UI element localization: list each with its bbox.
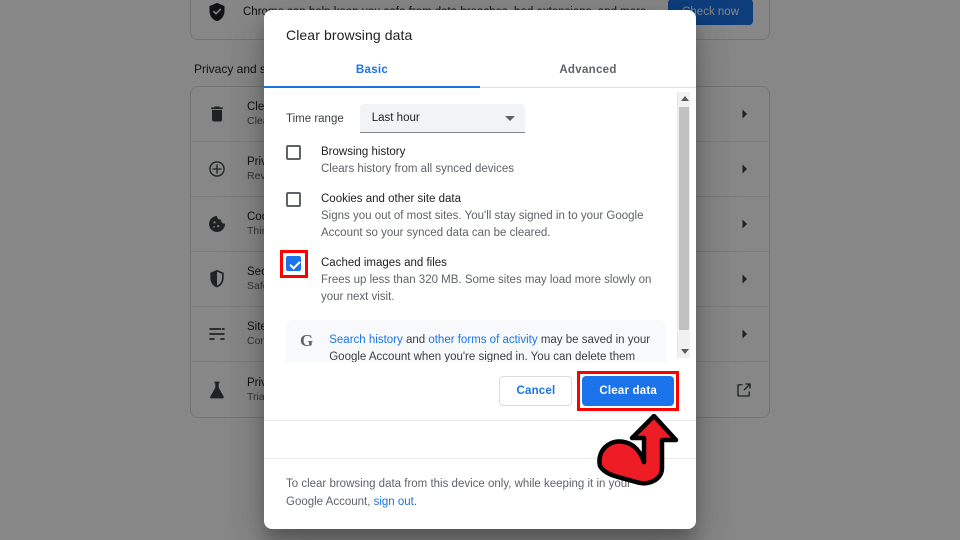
checkbox-wrap	[286, 192, 303, 207]
option-cached-images[interactable]: Cached images and files Frees up less th…	[280, 250, 666, 306]
scroll-down-arrow-icon[interactable]	[678, 345, 691, 358]
dialog-footnote: To clear browsing data from this device …	[264, 458, 696, 529]
time-range-row: Time range Last hour	[286, 104, 666, 133]
option-text: Cached images and files Frees up less th…	[321, 256, 666, 306]
option-browsing-history[interactable]: Browsing history Clears history from all…	[286, 145, 666, 178]
option-text: Browsing history Clears history from all…	[321, 145, 666, 178]
option-description: Signs you out of most sites. You'll stay…	[321, 210, 644, 239]
checkbox-cached-images[interactable]	[286, 256, 301, 271]
option-text: Cookies and other site data Signs you ou…	[321, 192, 666, 242]
footnote-text-after: .	[413, 496, 418, 508]
time-range-label: Time range	[286, 112, 344, 125]
option-cookies[interactable]: Cookies and other site data Signs you ou…	[286, 192, 666, 242]
cancel-button[interactable]: Cancel	[499, 376, 573, 406]
checkbox-cookies[interactable]	[286, 192, 301, 207]
checkbox-wrap	[280, 250, 308, 278]
option-title: Cookies and other site data	[321, 193, 462, 205]
google-account-info-box: G Search history and other forms of acti…	[286, 320, 666, 362]
option-title: Cached images and files	[321, 257, 447, 269]
info-mid: and	[402, 334, 429, 346]
clear-data-highlight: Clear data	[577, 371, 679, 411]
search-history-link[interactable]: Search history	[329, 334, 403, 346]
footnote-text-before: To clear browsing data from this device …	[286, 478, 631, 508]
dialog-scroll-body: Time range Last hour Browsing history Cl…	[264, 88, 696, 362]
option-title: Browsing history	[321, 146, 406, 158]
clear-browsing-data-dialog: Clear browsing data Basic Advanced Time …	[264, 10, 696, 529]
tab-advanced[interactable]: Advanced	[480, 53, 696, 87]
clear-data-button[interactable]: Clear data	[582, 376, 674, 406]
dialog-action-bar: Cancel Clear data	[264, 362, 696, 421]
time-range-select[interactable]: Last hour	[359, 104, 525, 133]
time-range-value: Last hour	[371, 112, 420, 124]
sign-out-link[interactable]: sign out	[374, 496, 414, 508]
checkbox-browsing-history[interactable]	[286, 145, 301, 160]
dialog-scrollbar[interactable]	[677, 92, 690, 358]
option-description: Clears history from all synced devices	[321, 163, 515, 175]
option-description: Frees up less than 320 MB. Some sites ma…	[321, 274, 652, 303]
other-forms-activity-link[interactable]: other forms of activity	[428, 334, 537, 346]
dialog-title: Clear browsing data	[286, 27, 413, 43]
tab-basic[interactable]: Basic	[264, 53, 480, 87]
scroll-up-arrow-icon[interactable]	[678, 92, 691, 105]
chevron-down-icon	[504, 115, 515, 121]
screenshot-root: Chrome can help keep you safe from data …	[0, 0, 960, 540]
dialog-tabs: Basic Advanced	[264, 53, 696, 88]
dialog-options-container: Time range Last hour Browsing history Cl…	[264, 88, 696, 362]
checkbox-wrap	[286, 145, 303, 160]
dialog-spacer	[264, 421, 696, 458]
google-g-icon: G	[300, 331, 314, 350]
scrollbar-thumb[interactable]	[679, 107, 689, 330]
info-box-text: Search history and other forms of activi…	[329, 332, 652, 362]
